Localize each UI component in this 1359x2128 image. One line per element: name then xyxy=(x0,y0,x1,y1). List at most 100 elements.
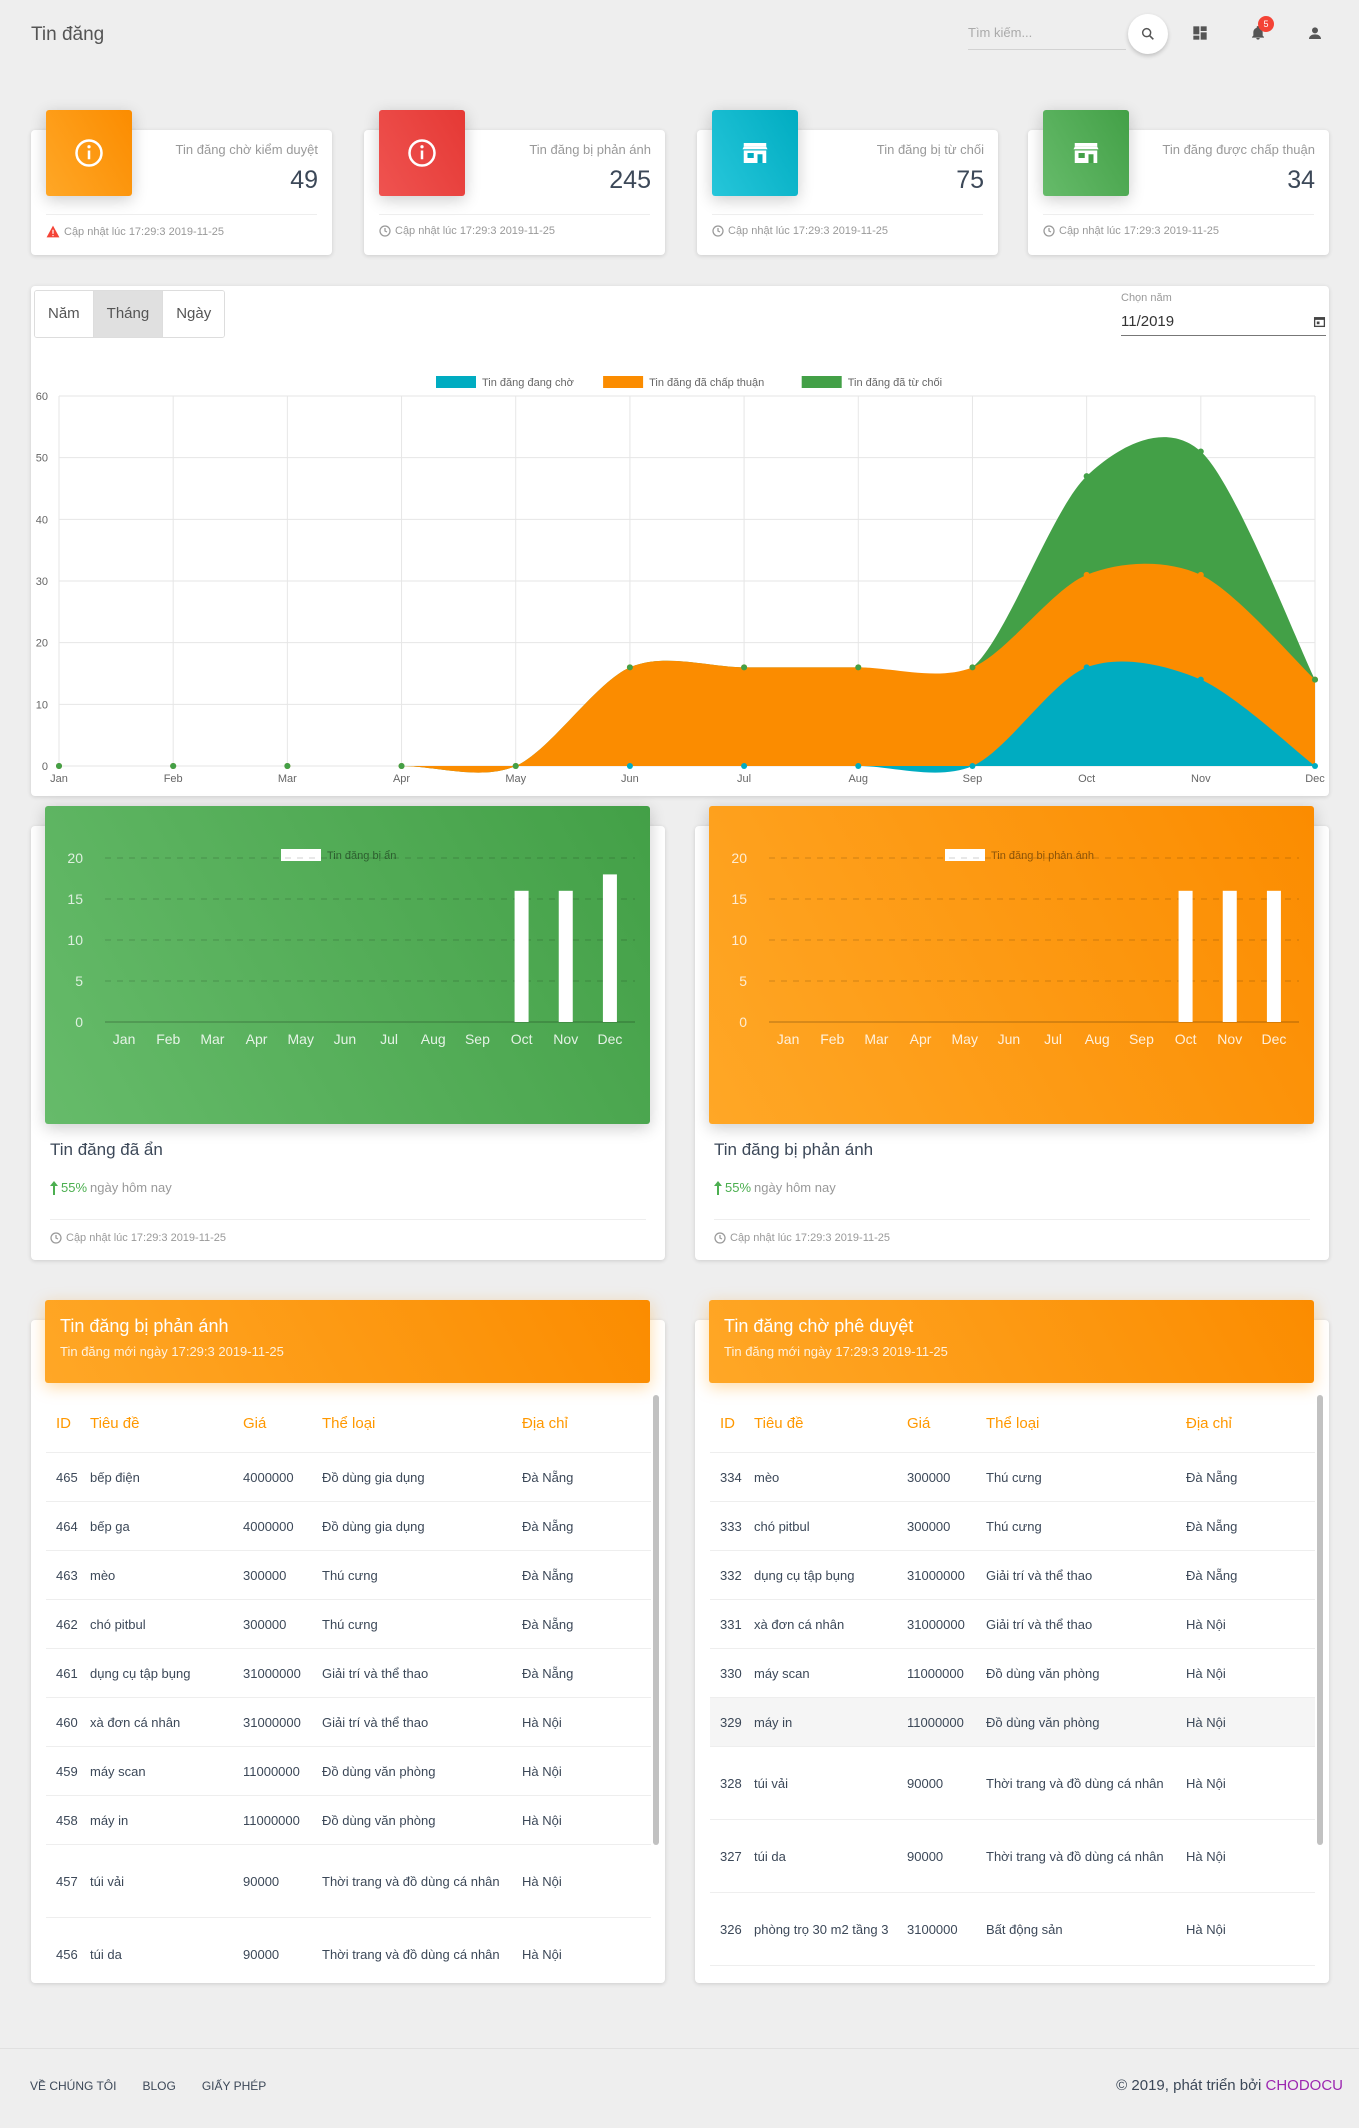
table-cell: 11000000 xyxy=(907,1714,964,1730)
stat-icon-box xyxy=(712,110,798,196)
search-button[interactable] xyxy=(1128,14,1168,54)
brand-link[interactable]: CHODOCU xyxy=(1266,2077,1344,2094)
warning-icon xyxy=(46,225,60,238)
table-cell: 328 xyxy=(720,1775,742,1791)
y-tick-label: 20 xyxy=(36,638,48,650)
bar xyxy=(558,890,573,1022)
table-row[interactable]: 462 chó pitbul 300000 Thú cưng Đà Nẵng xyxy=(46,1600,651,1649)
table-cell: Thời trang và đồ dùng cá nhân xyxy=(986,1848,1164,1864)
table-row[interactable]: 327 túi da 90000 Thời trang và đồ dùng cá n… xyxy=(710,1820,1315,1893)
x-tick-label: Jan xyxy=(777,1031,800,1047)
scrollbar[interactable] xyxy=(653,1395,659,1845)
data-point xyxy=(1083,473,1090,480)
table-cell: 456 xyxy=(56,1946,78,1962)
column-header[interactable]: ID xyxy=(46,1415,86,1432)
search-input[interactable] xyxy=(968,18,1126,46)
column-header[interactable]: Thể loại xyxy=(322,1412,522,1435)
table-row[interactable]: 330 máy scan 11000000 Đồ dùng văn phòng Hà N… xyxy=(710,1649,1315,1698)
table-row[interactable]: 331 xà đơn cá nhân 31000000 Giải trí và thể… xyxy=(710,1600,1315,1649)
table-cell: Thời trang và đồ dùng cá nhân xyxy=(322,1873,500,1889)
table-row[interactable]: 461 dụng cụ tập bụng 31000000 Giải trí và t… xyxy=(46,1649,651,1698)
legend-label: Tin đăng đang chờ xyxy=(482,377,574,389)
table-cell: 332 xyxy=(720,1567,742,1583)
table-row[interactable]: 457 túi vải 90000 Thời trang và đồ dùng cá … xyxy=(46,1845,651,1918)
y-tick-label: 20 xyxy=(67,850,83,866)
clock-icon xyxy=(50,1232,62,1244)
table-title: Tin đăng bị phản ánh xyxy=(60,1316,229,1336)
footer-link-license[interactable]: GIẤY PHÉP xyxy=(202,2079,266,2093)
table-row[interactable]: 464 bếp ga 4000000 Đồ dùng gia dụng Đà Nẵng xyxy=(46,1502,651,1551)
column-header[interactable]: Thể loại xyxy=(986,1412,1186,1435)
scrollbar[interactable] xyxy=(1317,1395,1323,1845)
table-cell: Thú cưng xyxy=(322,1616,378,1632)
column-header[interactable]: ID xyxy=(710,1415,750,1432)
table-row[interactable]: 459 máy scan 11000000 Đồ dùng văn phòng Hà N… xyxy=(46,1747,651,1796)
table-cell: 465 xyxy=(56,1469,78,1485)
column-header[interactable]: Địa chỉ xyxy=(522,1415,632,1432)
y-tick-label: 20 xyxy=(731,850,747,866)
table-cell: Hà Nội xyxy=(1186,1775,1226,1791)
legend-label: Tin đăng bị ẩn xyxy=(327,850,396,862)
table-row[interactable]: 465 bếp điện 4000000 Đồ dùng gia dụng Đà Nẵn… xyxy=(46,1453,651,1502)
stat-label: Tin đăng bị phản ánh xyxy=(529,142,651,157)
stat-footer: Cập nhật lúc 17:29:3 2019-11-25 xyxy=(712,214,983,237)
table-row[interactable]: 326 phòng trọ 30 m2 tầng 3 3100000 Bất động… xyxy=(710,1893,1315,1966)
page-title[interactable]: Tin đăng xyxy=(31,24,104,46)
data-point xyxy=(855,763,862,769)
x-tick-label: Nov xyxy=(553,1031,578,1047)
table-cell: 11000000 xyxy=(243,1763,300,1779)
x-tick-label: Feb xyxy=(156,1031,180,1047)
stat-card-rejected: Tin đăng bị từ chối 75 Cập nhật lúc 17:2… xyxy=(697,110,998,255)
stat-icon-box xyxy=(46,110,132,196)
table-cell: 300000 xyxy=(243,1567,287,1583)
y-tick-label: 15 xyxy=(731,891,747,907)
footer-link-about[interactable]: VỀ CHÚNG TÔI xyxy=(30,2079,116,2093)
table-row[interactable]: 458 máy in 11000000 Đồ dùng văn phòng Hà Nội xyxy=(46,1796,651,1845)
data-table: ID Tiêu đề Giá Thể loại Địa chỉ 465 bếp điện 40… xyxy=(46,1395,651,1978)
table-row[interactable]: 460 xà đơn cá nhân 31000000 Giải trí và thể… xyxy=(46,1698,651,1747)
arrow-up-icon xyxy=(50,1180,58,1195)
stat-card-reported: Tin đăng bị phản ánh 245 Cập nhật lúc 17… xyxy=(364,110,665,255)
column-header[interactable]: Tiêu đề xyxy=(86,1412,243,1435)
table-cell: Đà Nẵng xyxy=(522,1665,574,1681)
bar xyxy=(1266,890,1281,1022)
table-cell: 462 xyxy=(56,1616,78,1632)
card-stat: 55% ngày hôm nay xyxy=(714,1180,836,1195)
table-row[interactable]: 329 máy in 11000000 Đồ dùng văn phòng Hà Nội xyxy=(710,1698,1315,1747)
legend-swatch xyxy=(436,376,476,388)
x-tick-label: Feb xyxy=(820,1031,844,1047)
search-field[interactable] xyxy=(968,18,1126,50)
table-row[interactable]: 333 chó pitbul 300000 Thú cưng Đà Nẵng xyxy=(710,1502,1315,1551)
stat-updated-text: Cập nhật lúc 17:29:3 2019-11-25 xyxy=(395,225,556,237)
table-cell: 457 xyxy=(56,1873,78,1889)
table-cell: Thú cưng xyxy=(986,1469,1042,1485)
reported-posts-card: Tin đăng bị phản ánh 0 5 10 15 20 Jan Feb Mar Apr… xyxy=(695,806,1329,1260)
x-tick-label: Mar xyxy=(200,1031,224,1047)
stat-footer: Cập nhật lúc 17:29:3 2019-11-25 xyxy=(46,214,317,238)
table-cell: Đồ dùng văn phòng xyxy=(986,1665,1100,1681)
table-row[interactable]: 328 túi vải 90000 Thời trang và đồ dùng cá … xyxy=(710,1747,1315,1820)
table-cell: Thú cưng xyxy=(322,1567,378,1583)
data-point xyxy=(398,763,405,769)
table-cell: bếp điện xyxy=(90,1469,140,1485)
table-cell: máy scan xyxy=(754,1665,810,1681)
column-header[interactable]: Giá xyxy=(243,1415,322,1432)
table-cell: Hà Nội xyxy=(1186,1616,1226,1632)
y-tick-label: 60 xyxy=(36,391,48,403)
footer-link-blog[interactable]: BLOG xyxy=(142,2079,175,2093)
stat-value: 49 xyxy=(290,166,318,194)
profile-button[interactable] xyxy=(1304,22,1326,44)
table-row[interactable]: 463 mèo 300000 Thú cưng Đà Nẵng xyxy=(46,1551,651,1600)
table-row[interactable]: 334 mèo 300000 Thú cưng Đà Nẵng xyxy=(710,1453,1315,1502)
table-cell: 300000 xyxy=(907,1518,951,1534)
hidden-posts-card: Tin đăng bị ẩn 0 5 10 15 20 Jan Feb Mar Apr May Jun… xyxy=(31,806,665,1260)
table-row[interactable]: 332 dụng cụ tập bụng 31000000 Giải trí và t… xyxy=(710,1551,1315,1600)
table-cell: 3100000 xyxy=(907,1921,958,1937)
column-header[interactable]: Tiêu đề xyxy=(750,1412,907,1435)
table-cell: 31000000 xyxy=(243,1665,301,1681)
column-header[interactable]: Giá xyxy=(907,1415,986,1432)
table-row[interactable]: 456 túi da 90000 Thời trang và đồ dùng cá n… xyxy=(46,1918,651,1978)
data-point xyxy=(1083,571,1090,578)
dashboard-button[interactable] xyxy=(1189,22,1211,44)
column-header[interactable]: Địa chỉ xyxy=(1186,1415,1296,1432)
